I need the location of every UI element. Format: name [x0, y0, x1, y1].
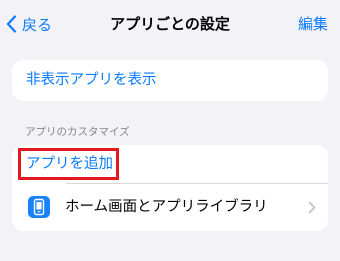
section-header-customize: アプリのカスタマイズ: [25, 126, 130, 138]
navigation-bar: 戻る アプリごとの設定 編集: [0, 0, 340, 48]
home-screen-app-library-row[interactable]: ホーム画面とアプリライブラリ: [12, 184, 328, 231]
highlight-box: [18, 148, 119, 180]
show-hidden-apps-label: 非表示アプリを表示: [26, 72, 157, 88]
chevron-right-icon: [308, 201, 316, 214]
edit-button[interactable]: 編集: [298, 13, 328, 35]
show-hidden-apps-row[interactable]: 非表示アプリを表示: [12, 60, 328, 101]
home-screen-app-library-label: ホーム画面とアプリライブラリ: [65, 199, 268, 215]
page-title: アプリごとの設定: [110, 15, 230, 33]
phone-icon: [28, 196, 50, 218]
